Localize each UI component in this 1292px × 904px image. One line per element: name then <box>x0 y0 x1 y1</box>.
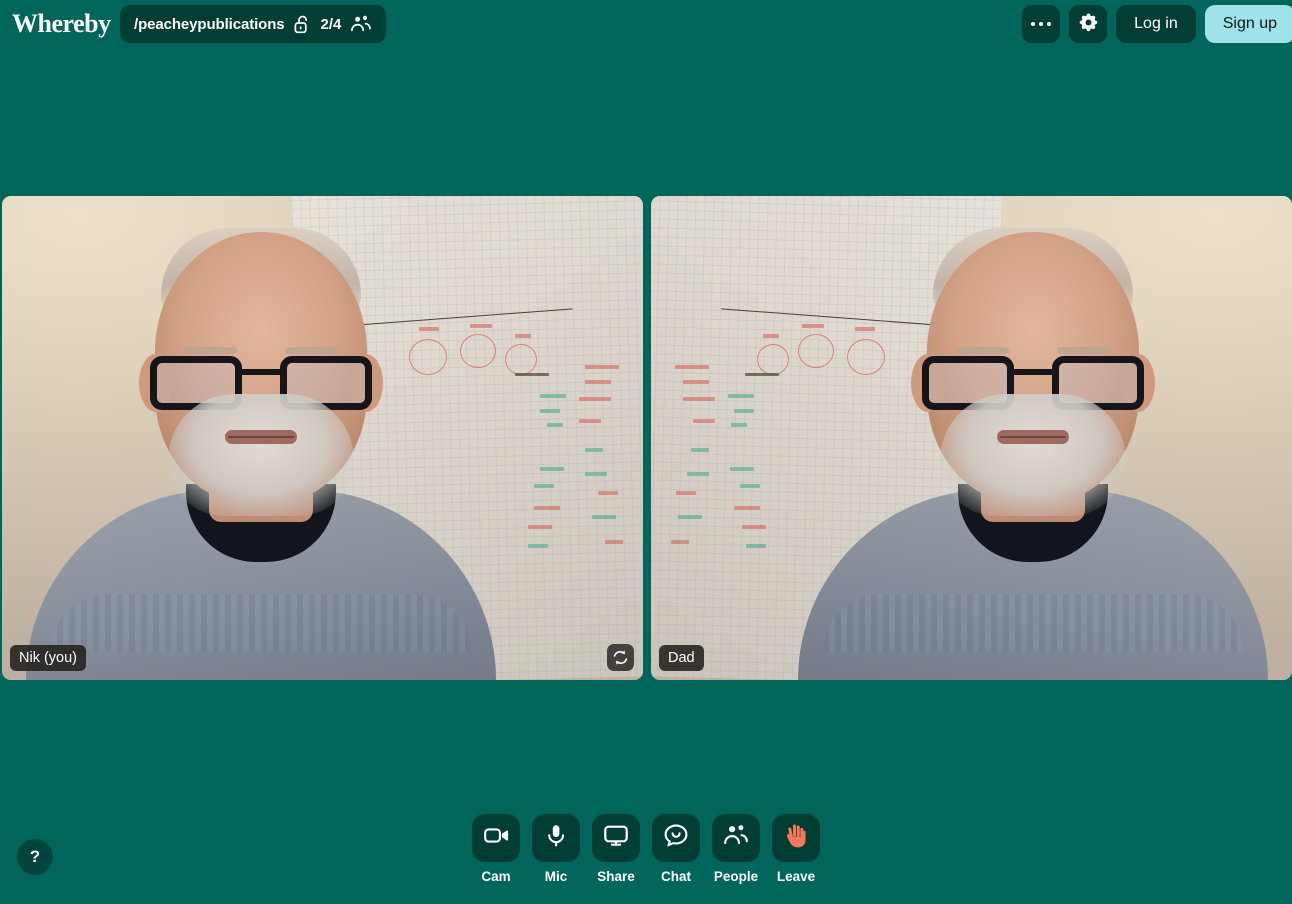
person-eyebrow <box>285 347 339 354</box>
whiteboard-ink <box>675 365 709 369</box>
waving-hand-icon <box>784 823 809 853</box>
whiteboard-ink <box>683 380 709 384</box>
whereby-logo[interactable]: Whereby <box>12 11 111 37</box>
settings-button[interactable] <box>1069 5 1107 43</box>
mic-button-label: Mic <box>545 869 568 884</box>
help-button[interactable]: ? <box>17 839 53 875</box>
whiteboard-ink <box>671 540 689 544</box>
person-eyebrow <box>183 347 237 354</box>
participant-name-tag: Dad <box>659 645 704 671</box>
more-horizontal-icon <box>1031 22 1052 27</box>
share-button-label: Share <box>597 869 635 884</box>
whiteboard-ink <box>683 397 715 401</box>
share-button-surface <box>592 814 640 862</box>
header-actions: Log in Sign up <box>1022 5 1292 43</box>
more-options-button[interactable] <box>1022 5 1060 43</box>
chat-button-surface <box>652 814 700 862</box>
glasses-bridge <box>1012 369 1056 375</box>
person-eyebrow <box>956 347 1010 354</box>
people-button-label: People <box>714 869 758 884</box>
whiteboard-ink <box>693 419 715 423</box>
person-eyebrow <box>1058 347 1112 354</box>
person-sweater-texture <box>51 594 471 652</box>
login-button[interactable]: Log in <box>1116 5 1196 43</box>
participant-name-tag: Nik (you) <box>10 645 86 671</box>
video-stream-self <box>2 196 643 680</box>
app-header: Whereby /peacheypublications 2/4 <box>0 0 1292 48</box>
cam-button-label: Cam <box>481 869 510 884</box>
whiteboard-ink <box>585 448 603 452</box>
whiteboard-ink <box>687 472 709 476</box>
room-info-pill[interactable]: /peacheypublications 2/4 <box>120 5 386 43</box>
participant-count-label: 2/4 <box>321 16 342 33</box>
whiteboard-ink <box>579 397 611 401</box>
people-icon <box>723 824 749 852</box>
screen-share-icon <box>604 825 628 852</box>
whiteboard-ink <box>579 419 601 423</box>
flip-camera-icon[interactable] <box>607 644 634 671</box>
signup-button[interactable]: Sign up <box>1205 5 1292 43</box>
share-button[interactable]: Share <box>592 814 640 884</box>
unlocked-padlock-icon[interactable] <box>294 14 312 34</box>
person-mouth-line <box>1001 436 1067 438</box>
whiteboard-ink <box>585 472 607 476</box>
whiteboard-ink <box>585 380 611 384</box>
person-beard <box>168 394 354 516</box>
cam-button-surface <box>472 814 520 862</box>
gear-icon <box>1077 11 1100 37</box>
cam-button[interactable]: Cam <box>472 814 520 884</box>
participant-video-person <box>2 196 581 680</box>
whiteboard-ink <box>678 515 702 519</box>
people-button-surface <box>712 814 760 862</box>
person-sweater-texture <box>824 594 1244 652</box>
whiteboard-ink <box>592 515 616 519</box>
participant-video-person <box>713 196 1292 680</box>
person-mouth-line <box>228 436 294 438</box>
chat-bubble-icon <box>664 824 688 852</box>
person-beard <box>941 394 1127 516</box>
leave-button-surface <box>772 814 820 862</box>
whiteboard-ink <box>676 491 696 495</box>
whiteboard-ink <box>605 540 623 544</box>
people-button[interactable]: People <box>712 814 760 884</box>
chat-button-label: Chat <box>661 869 691 884</box>
people-icon[interactable] <box>350 14 372 34</box>
video-tile-remote[interactable]: Dad <box>651 196 1292 680</box>
camera-icon <box>484 826 509 850</box>
chat-button[interactable]: Chat <box>652 814 700 884</box>
video-grid: Nik (you) <box>2 196 1292 680</box>
leave-button[interactable]: Leave <box>772 814 820 884</box>
mic-button[interactable]: Mic <box>532 814 580 884</box>
whereby-meeting-room: Whereby /peacheypublications 2/4 <box>0 0 1292 904</box>
whiteboard-ink <box>691 448 709 452</box>
whiteboard-ink <box>598 491 618 495</box>
video-tile-self[interactable]: Nik (you) <box>2 196 643 680</box>
whiteboard-ink <box>585 365 619 369</box>
video-stream-remote <box>651 196 1292 680</box>
microphone-icon <box>546 824 566 853</box>
glasses-bridge <box>239 369 283 375</box>
meeting-controls-bar: Cam Mic <box>0 794 1292 904</box>
room-name-label: /peacheypublications <box>134 16 285 33</box>
leave-button-label: Leave <box>777 869 815 884</box>
mic-button-surface <box>532 814 580 862</box>
controls-group: Cam Mic <box>472 794 820 884</box>
